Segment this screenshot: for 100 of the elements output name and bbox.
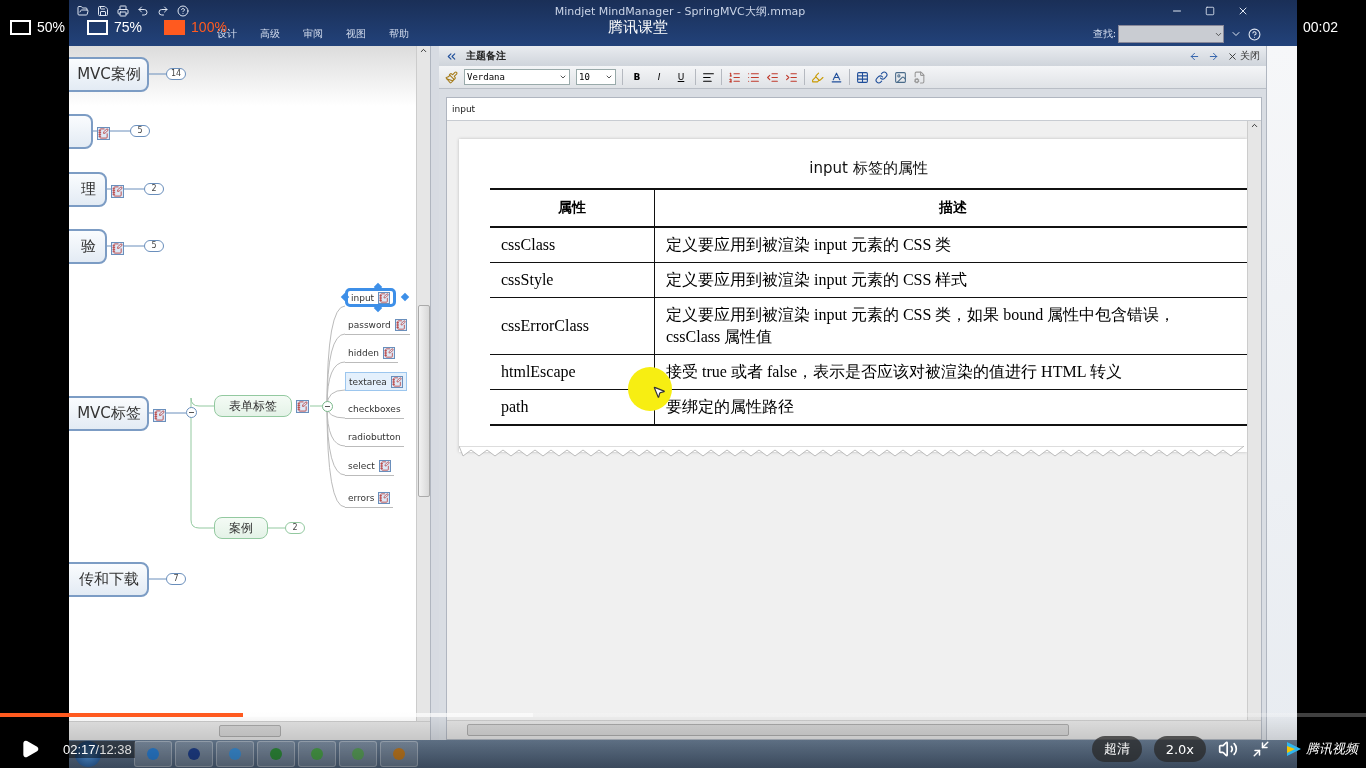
panel-title: 主题备注 [466, 49, 506, 63]
numbered-list-icon[interactable] [728, 70, 741, 84]
resize-handle[interactable] [373, 282, 383, 292]
subtopic-label: textarea [349, 376, 387, 387]
table-cell: cssErrorClass [490, 297, 655, 355]
note-icon[interactable] [382, 347, 395, 359]
note-icon[interactable] [111, 185, 124, 198]
subtopic[interactable]: checkboxes [345, 400, 404, 419]
align-left-icon[interactable] [702, 70, 715, 84]
subtopic-label: radiobutton [348, 432, 401, 442]
topic-node[interactable]: MVC案例 [69, 57, 149, 92]
redo-icon[interactable] [157, 5, 169, 17]
count-badge: 14 [166, 68, 186, 80]
note-icon[interactable] [378, 460, 391, 472]
quality-button[interactable]: 超清 [1091, 736, 1142, 762]
format-button[interactable]: U [673, 72, 689, 82]
play-button[interactable] [20, 739, 40, 759]
scrollbar-thumb[interactable] [467, 724, 1069, 736]
table-icon[interactable] [856, 70, 869, 84]
zoom-option[interactable]: 50% [10, 19, 66, 35]
close-icon[interactable] [1237, 5, 1249, 17]
resize-handle[interactable] [340, 292, 350, 302]
size-field[interactable]: 10 [576, 69, 616, 85]
font-field[interactable]: Verdana [464, 69, 570, 85]
topic-node[interactable]: 表单标签 [214, 395, 292, 417]
brush-icon[interactable] [445, 70, 458, 84]
note-icon[interactable] [394, 319, 407, 331]
subtopic[interactable]: errors [345, 489, 394, 508]
note-icon[interactable] [378, 492, 391, 504]
subtopic[interactable]: hidden [345, 344, 398, 363]
column-header: 属性 [490, 189, 655, 227]
format-button[interactable]: B [629, 72, 645, 82]
print-icon[interactable] [117, 5, 129, 17]
subtopic[interactable]: input [345, 288, 397, 307]
note-icon[interactable] [111, 242, 124, 255]
scroll-up-icon[interactable] [1250, 121, 1259, 130]
subtopic-label: password [348, 320, 391, 330]
scroll-up-icon[interactable] [419, 46, 428, 55]
connector-line [309, 405, 323, 407]
help-icon[interactable] [1248, 27, 1261, 41]
image-icon[interactable] [894, 70, 907, 84]
connector-line [148, 73, 167, 75]
document-icon[interactable] [913, 70, 926, 84]
resize-handle[interactable] [400, 292, 410, 302]
scrollbar-thumb[interactable] [417, 305, 430, 497]
zoom-option[interactable]: 75% [87, 19, 143, 35]
collapse-toggle[interactable] [186, 407, 197, 418]
ribbon-tab[interactable]: 帮助 [377, 27, 420, 41]
topic-node[interactable]: 验 [69, 229, 107, 264]
undo-icon[interactable] [137, 5, 149, 17]
topic-node[interactable]: 案例 [214, 517, 268, 539]
note-icon[interactable] [296, 400, 309, 413]
help-icon[interactable] [177, 5, 189, 17]
note-icon[interactable] [378, 291, 391, 304]
subtopic-label: hidden [348, 348, 379, 358]
maximize-icon[interactable] [1205, 6, 1215, 16]
indent-icon[interactable] [785, 70, 798, 84]
subtopic-label: input [351, 292, 375, 303]
subtopic[interactable]: select [345, 457, 394, 476]
back-arrow-icon[interactable] [1189, 50, 1200, 62]
table-cell: cssClass [490, 227, 655, 263]
connector-line [267, 527, 286, 529]
resize-handle[interactable] [373, 303, 383, 313]
elapsed-time: 02:17 [60, 740, 96, 758]
subtopic[interactable]: password [345, 316, 410, 335]
ribbon-tab[interactable]: 审阅 [291, 27, 334, 41]
scrollbar-thumb[interactable] [219, 725, 281, 737]
close-button[interactable]: 关闭 [1227, 49, 1260, 63]
subtopic[interactable]: radiobutton [345, 428, 404, 447]
topic-node[interactable]: 传和下载 [69, 562, 149, 597]
count-badge: 2 [144, 183, 164, 195]
volume-icon[interactable] [1218, 739, 1238, 759]
search-field[interactable] [1118, 25, 1224, 43]
bullet-list-icon[interactable] [747, 70, 760, 84]
font-color-icon[interactable] [830, 70, 843, 84]
collapse-toggle[interactable] [322, 401, 333, 412]
topic-node[interactable]: MVC标签 [69, 396, 149, 431]
close-icon[interactable] [1227, 50, 1238, 62]
link-icon[interactable] [875, 70, 888, 84]
topic-node[interactable]: 理 [69, 172, 107, 207]
open-icon[interactable] [77, 5, 89, 17]
ribbon-tab[interactable]: 视图 [334, 27, 377, 41]
connector-line [148, 578, 167, 580]
note-icon[interactable] [153, 409, 166, 422]
subtopic[interactable]: textarea [345, 372, 407, 391]
ribbon-tab[interactable]: 高级 [248, 27, 291, 41]
format-button[interactable]: I [651, 72, 667, 82]
note-icon[interactable] [97, 127, 110, 140]
duration: /12:38 [95, 740, 135, 758]
count-badge: 5 [144, 240, 164, 252]
brand-name: 腾讯视频 [1306, 740, 1358, 758]
exit-fullscreen-icon[interactable] [1252, 740, 1270, 758]
table-title: input 标签的属性 [808, 159, 929, 178]
outdent-icon[interactable] [766, 70, 779, 84]
subtopic-label: errors [348, 493, 375, 503]
mouse-pointer-icon [652, 385, 666, 399]
forward-arrow-icon[interactable] [1208, 50, 1219, 62]
window-title: Mindjet MindManager - SpringMVC大纲.mmap [553, 3, 807, 19]
note-icon[interactable] [390, 375, 403, 388]
save-icon[interactable] [97, 5, 109, 17]
